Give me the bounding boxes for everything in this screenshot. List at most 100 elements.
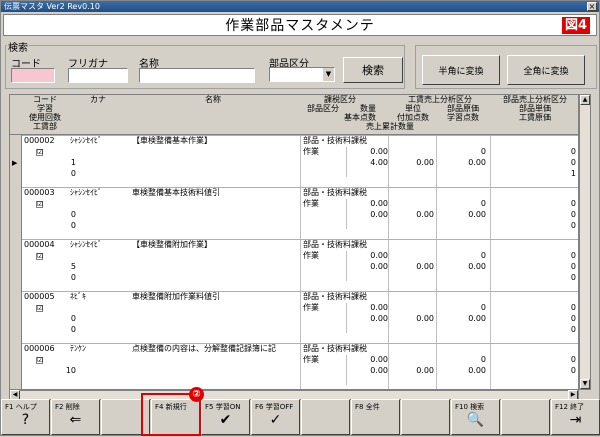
fkey-11-button[interactable]	[501, 399, 550, 435]
chevron-down-icon[interactable]: ▼	[323, 68, 334, 81]
cell-code: 000003	[24, 188, 55, 197]
search-button[interactable]: 検索	[343, 57, 403, 83]
cell-learn-points: 0.00	[468, 314, 486, 323]
full-width-button[interactable]: 全角に変換	[507, 55, 585, 85]
fkey-2-button[interactable]: F2 削除 ⇐	[51, 399, 100, 435]
page-header: 作業部品マスタメンテ 図4	[3, 14, 597, 36]
record-grid[interactable]: コード カナ 名称 課税区分 工賃売上分析区分 部品売上分析区分 学習 部品区分…	[9, 94, 579, 390]
cell-qty: 0.00	[370, 303, 388, 312]
col-divider	[300, 188, 301, 240]
furigana-input[interactable]	[68, 68, 128, 83]
current-row-arrow-icon: ▶	[12, 159, 18, 167]
cell-qty: 0.00	[370, 147, 388, 156]
cell-use-count: 1	[70, 158, 76, 167]
col-learn-points: 学習点数	[447, 113, 479, 122]
name-input[interactable]	[139, 68, 255, 83]
fkey-8-button[interactable]: F8 全件	[351, 399, 400, 435]
cell-learn-points: 0.00	[468, 210, 486, 219]
col-name: 名称	[205, 95, 221, 104]
col-divider	[388, 344, 389, 389]
learn-checkbox[interactable]: ☑	[36, 357, 43, 364]
code-input[interactable]	[11, 68, 55, 83]
page-title: 作業部品マスタメンテ	[225, 18, 375, 34]
col-add-points: 付加点数	[397, 113, 429, 122]
learn-checkbox[interactable]: ☑	[36, 253, 43, 260]
cell-tax: 部品・技術料課税	[303, 240, 367, 249]
cell-partkb: 作業	[303, 303, 319, 312]
cell-labor-dept: 0	[70, 325, 76, 334]
fkey-label: F5 学習ON	[205, 403, 241, 411]
fkey-7-button[interactable]	[301, 399, 350, 435]
fkey-10-icon: 🔍	[466, 412, 485, 428]
learn-checkbox[interactable]: ☑	[36, 305, 43, 312]
fkey-12-button[interactable]: F12 終了 ⇥	[551, 399, 600, 435]
cell-code: 000006	[24, 344, 55, 353]
fkey-label: F1 ヘルプ	[5, 403, 37, 411]
col-divider	[490, 240, 491, 292]
cell-labor-cost: 0	[570, 314, 576, 323]
col-divider	[300, 136, 301, 188]
col-learn: 学習	[37, 104, 53, 113]
fkey-10-button[interactable]: F10 検索 🔍	[451, 399, 500, 435]
function-key-bar: F1 ヘルプ? F2 削除 ⇐ F4 新規行 F5 学習ON ✔ F6 学習OFF ✓ F8 全…	[1, 399, 600, 437]
cell-partkb: 作業	[303, 147, 319, 156]
col-divider	[346, 199, 347, 229]
col-divider	[436, 292, 437, 344]
cell-code: 000002	[24, 136, 55, 145]
cell-base-points: 4.00	[370, 158, 388, 167]
col-divider	[490, 136, 491, 188]
cell-name: 【車検整備基本作業】	[132, 136, 212, 145]
col-divider	[388, 136, 389, 188]
cell-kana: ﾈﾋﾞｷ	[70, 292, 86, 301]
col-partkb: 部品区分	[307, 104, 339, 113]
cell-labor-cost: 0	[570, 158, 576, 167]
cell-add-points: 0.00	[416, 210, 434, 219]
col-unit: 単位	[405, 104, 421, 113]
fkey-label: F8 全件	[355, 403, 380, 411]
cell-qty: 0.00	[370, 251, 388, 260]
search-group-label: 検索	[7, 39, 29, 54]
cell-kana: ｼｬｼﾝｾｲﾋﾞ	[70, 240, 102, 249]
col-divider	[490, 292, 491, 344]
cell-sales-total: 0	[570, 273, 576, 282]
cell-code: 000004	[24, 240, 55, 249]
annotation-marker: ②	[189, 387, 204, 402]
cell-add-points: 0.00	[416, 262, 434, 271]
col-divider	[388, 292, 389, 344]
col-labor-cost: 工賃原価	[519, 113, 551, 122]
fkey-12-icon: ⇥	[569, 412, 582, 428]
col-use-count: 使用回数	[29, 113, 61, 122]
cell-part-cost: 0	[480, 303, 486, 312]
cell-learn-points: 0.00	[468, 158, 486, 167]
cell-part-price: 0	[570, 199, 576, 208]
cell-add-points: 0.00	[416, 314, 434, 323]
fkey-6-button[interactable]: F6 学習OFF ✓	[251, 399, 300, 435]
cell-part-price: 0	[570, 303, 576, 312]
part-select[interactable]: ▼	[269, 67, 335, 82]
vertical-scrollbar[interactable]: ▲ ▼	[579, 94, 591, 390]
cell-partkb: 作業	[303, 199, 319, 208]
row-selector-column[interactable]: ▶	[10, 135, 22, 389]
col-divider	[490, 344, 491, 389]
cell-tax: 部品・技術料課税	[303, 188, 367, 197]
cell-part-price: 0	[570, 147, 576, 156]
cell-part-price: 0	[570, 355, 576, 364]
fkey-9-button[interactable]	[401, 399, 450, 435]
learn-checkbox[interactable]: ☑	[36, 149, 43, 156]
fkey-1-button[interactable]: F1 ヘルプ?	[1, 399, 50, 435]
col-part-cost: 部品原価	[447, 104, 479, 113]
col-qty: 数量	[360, 104, 376, 113]
learn-checkbox[interactable]: ☑	[36, 201, 43, 208]
fkey-5-button[interactable]: F5 学習ON ✔	[201, 399, 250, 435]
cell-use-count: 10	[65, 366, 76, 375]
close-button[interactable]: ×	[587, 2, 597, 11]
fkey-2-icon: ⇐	[69, 412, 82, 428]
half-width-button[interactable]: 半角に変換	[422, 55, 500, 85]
col-divider	[436, 344, 437, 389]
col-part-price: 部品単価	[519, 104, 551, 113]
cell-kana: ｼｬｼﾝｾｲﾋﾞ	[70, 188, 102, 197]
scroll-down-icon[interactable]: ▼	[580, 379, 590, 389]
col-divider	[436, 240, 437, 292]
cell-labor-dept: 0	[70, 221, 76, 230]
scroll-up-icon[interactable]: ▲	[580, 95, 590, 105]
